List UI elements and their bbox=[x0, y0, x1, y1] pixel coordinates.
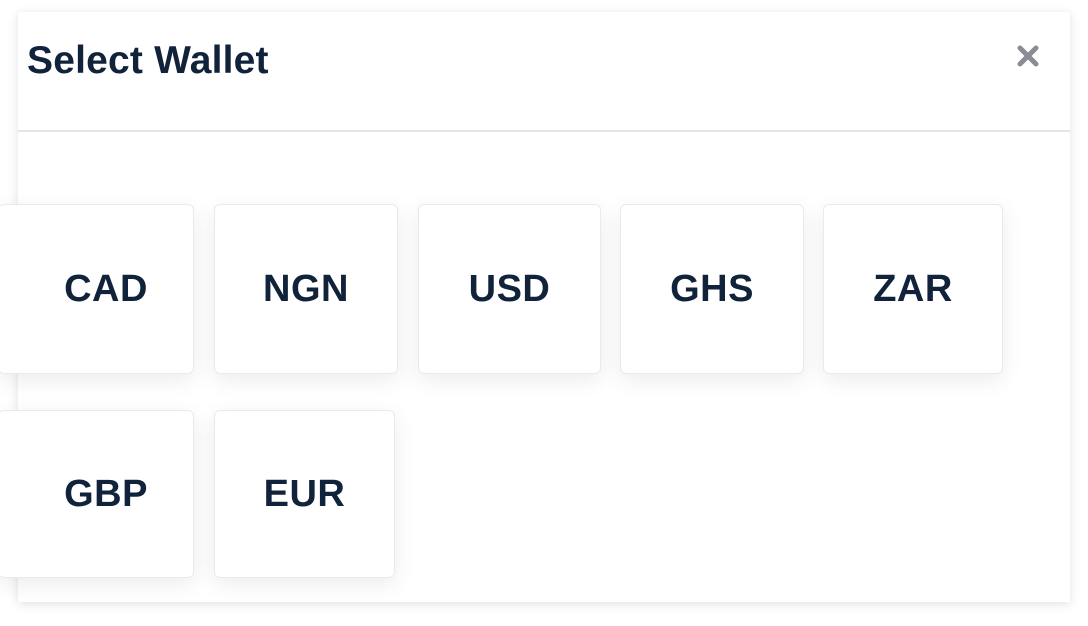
wallet-card-zar[interactable]: ZAR bbox=[823, 204, 1003, 374]
wallet-card-cad[interactable]: CAD bbox=[0, 204, 194, 374]
wallet-label: ZAR bbox=[873, 267, 953, 310]
wallet-card-gbp[interactable]: GBP bbox=[0, 410, 194, 578]
close-button[interactable] bbox=[1008, 36, 1048, 76]
modal-title: Select Wallet bbox=[27, 39, 269, 82]
close-icon bbox=[1017, 45, 1039, 67]
wallet-label: EUR bbox=[263, 472, 346, 515]
wallet-label: USD bbox=[468, 267, 551, 310]
wallet-card-usd[interactable]: USD bbox=[418, 204, 601, 374]
wallet-card-ngn[interactable]: NGN bbox=[214, 204, 398, 374]
wallet-card-ghs[interactable]: GHS bbox=[620, 204, 804, 374]
wallet-label: GBP bbox=[64, 472, 148, 515]
wallet-label: CAD bbox=[64, 267, 148, 310]
select-wallet-modal: Select Wallet CAD NGN USD GHS ZAR GBP EU… bbox=[0, 12, 1070, 602]
wallet-card-eur[interactable]: EUR bbox=[214, 410, 395, 578]
wallet-label: GHS bbox=[670, 267, 754, 310]
wallet-label: NGN bbox=[263, 267, 349, 310]
modal-header: Select Wallet bbox=[18, 12, 1070, 132]
